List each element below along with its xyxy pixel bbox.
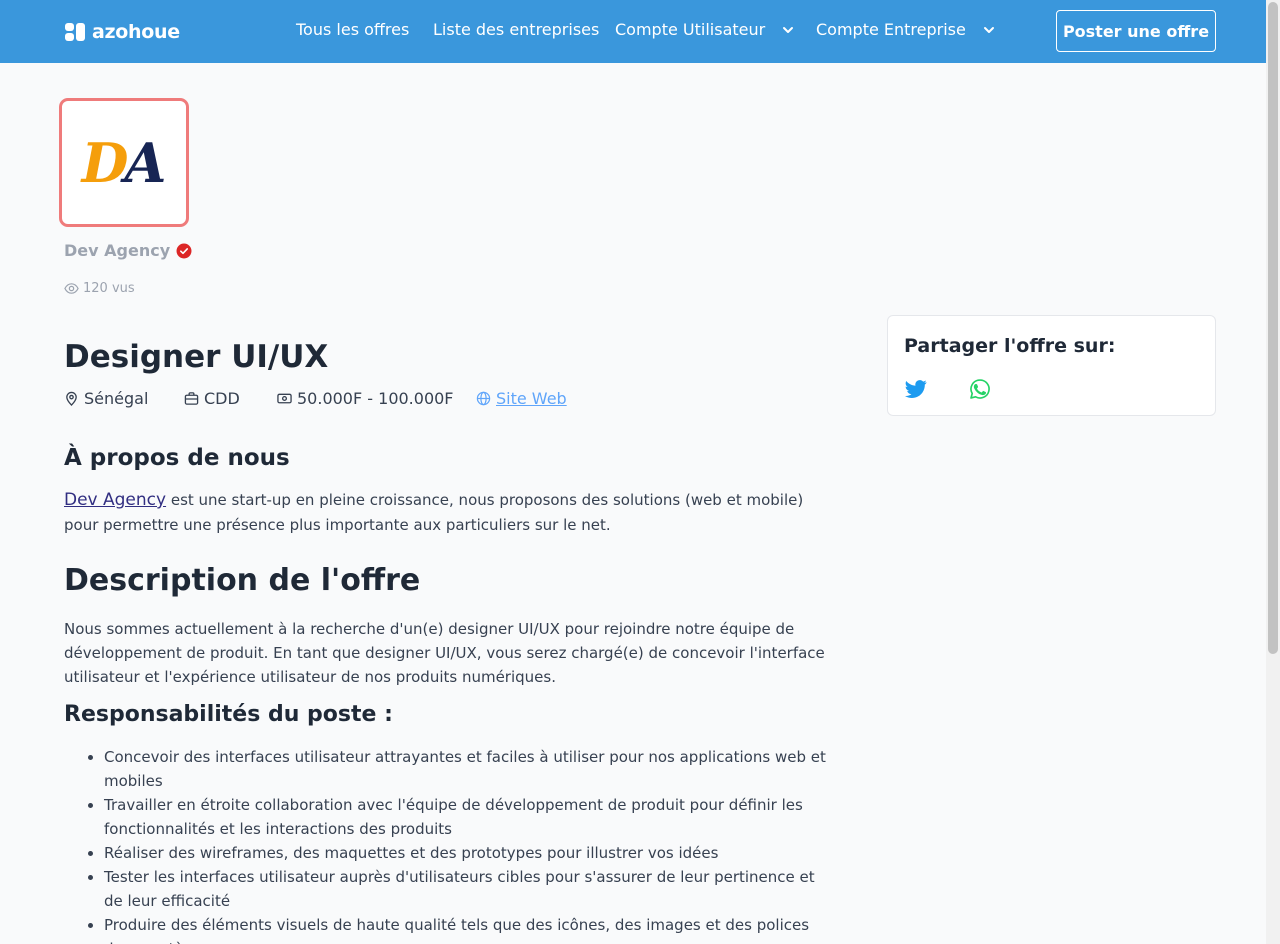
nav-company-account-label: Compte Entreprise — [816, 20, 966, 39]
company-logo-letter-d: D — [81, 130, 129, 195]
company-logo: D A — [59, 98, 189, 227]
job-title: Designer UI/UX — [64, 339, 329, 375]
whatsapp-icon — [970, 379, 990, 399]
job-salary: 50.000F - 100.000F — [277, 389, 454, 408]
about-text: Dev Agency est une start-up en pleine cr… — [64, 488, 834, 538]
chevron-down-icon — [783, 26, 794, 33]
list-item: Concevoir des interfaces utilisateur att… — [104, 745, 826, 793]
twitter-share-button[interactable] — [905, 378, 927, 400]
nav-user-account-dropdown[interactable]: Compte Utilisateur — [615, 20, 795, 39]
briefcase-icon — [184, 392, 199, 405]
job-location-label: Sénégal — [84, 389, 149, 408]
description-text: Nous sommes actuellement à la recherche … — [64, 620, 825, 686]
company-link[interactable]: Dev Agency — [64, 490, 166, 510]
brand-mark-icon — [65, 23, 87, 41]
nav-company-account-dropdown[interactable]: Compte Entreprise — [816, 20, 996, 39]
whatsapp-share-button[interactable] — [969, 378, 991, 400]
views-count: 120 vus — [64, 281, 135, 296]
about-heading: À propos de nous — [64, 445, 290, 471]
company-logo-letter-a: A — [124, 130, 167, 195]
map-pin-icon — [66, 391, 77, 406]
twitter-icon — [905, 380, 927, 398]
nav-user-account-label: Compte Utilisateur — [615, 20, 766, 39]
scrollbar-thumb[interactable] — [1268, 2, 1278, 654]
chevron-down-icon — [983, 26, 994, 33]
list-item: Tester les interfaces utilisateur auprès… — [104, 865, 826, 913]
job-contract-label: CDD — [204, 389, 240, 408]
job-salary-label: 50.000F - 100.000F — [297, 389, 454, 408]
cash-icon — [277, 393, 292, 404]
post-offer-button[interactable]: Poster une offre — [1056, 10, 1216, 52]
website-link[interactable]: Site Web — [476, 389, 567, 408]
responsibilities-heading: Responsabilités du poste : — [64, 702, 393, 727]
list-item: Produire des éléments visuels de haute q… — [104, 913, 826, 944]
description-heading: Description de l'offre — [64, 563, 421, 598]
eye-icon — [64, 283, 79, 294]
globe-icon — [476, 391, 491, 406]
job-contract: CDD — [184, 389, 240, 408]
job-location: Sénégal — [64, 389, 148, 408]
company-name: Dev Agency — [64, 241, 171, 260]
about-body: est une start-up en pleine croissance, n… — [64, 491, 804, 534]
share-title: Partager l'offre sur: — [904, 335, 1116, 357]
views-label: 120 vus — [83, 281, 135, 296]
share-card: Partager l'offre sur: — [887, 315, 1216, 416]
responsibilities-list: Concevoir des interfaces utilisateur att… — [104, 745, 826, 944]
navbar: azohoue Tous les offres Liste des entrep… — [0, 0, 1266, 63]
brand-name: azohoue — [92, 21, 180, 43]
nav-companies-list[interactable]: Liste des entreprises — [433, 20, 599, 39]
verified-badge-icon — [176, 243, 192, 258]
website-link-label: Site Web — [496, 389, 567, 408]
brand-logo[interactable]: azohoue — [65, 19, 180, 45]
nav-all-offers[interactable]: Tous les offres — [296, 20, 409, 39]
list-item: Réaliser des wireframes, des maquettes e… — [104, 841, 826, 865]
list-item: Travailler en étroite collaboration avec… — [104, 793, 826, 841]
company-name-row: Dev Agency — [64, 241, 192, 260]
